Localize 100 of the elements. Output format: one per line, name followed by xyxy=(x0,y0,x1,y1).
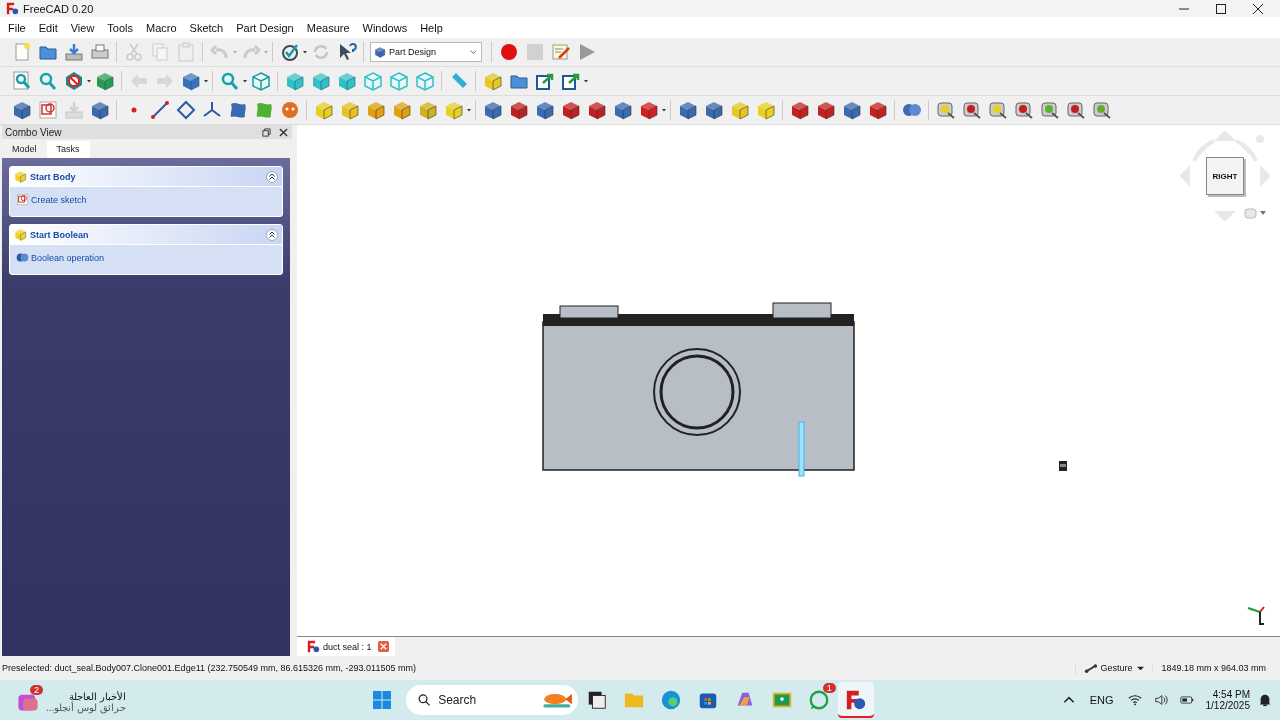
wifi-icon[interactable] xyxy=(1127,693,1142,707)
close-icon[interactable] xyxy=(279,127,288,137)
magnifier-icon[interactable] xyxy=(38,71,58,91)
task-action-link[interactable]: Boolean operation xyxy=(16,251,105,264)
fillet-icon[interactable] xyxy=(790,100,810,120)
menu-item[interactable]: View xyxy=(64,21,102,34)
menu-item[interactable]: Tools xyxy=(101,21,141,34)
measure-clear-icon[interactable] xyxy=(1066,100,1086,120)
camera-menu-icon[interactable] xyxy=(1244,207,1268,219)
cursor-icon[interactable] xyxy=(337,42,357,62)
pad-icon[interactable] xyxy=(314,100,334,120)
groove-icon[interactable] xyxy=(535,100,555,120)
record-icon[interactable] xyxy=(499,42,519,62)
task-panel-header[interactable]: Start Boolean xyxy=(10,225,282,245)
draft-icon[interactable] xyxy=(842,100,862,120)
pocket-icon[interactable] xyxy=(483,100,503,120)
line-icon[interactable] xyxy=(150,100,170,120)
menu-item[interactable]: Windows xyxy=(356,21,415,34)
measure-toggle-icon[interactable] xyxy=(1040,100,1060,120)
taskbar-app[interactable] xyxy=(837,682,874,718)
freecad-logo-icon xyxy=(307,640,320,653)
collapse-icon[interactable] xyxy=(266,170,278,183)
collapse-icon[interactable] xyxy=(266,228,278,241)
measure-toggle-icon[interactable] xyxy=(1092,100,1112,120)
shape-binder-icon[interactable] xyxy=(90,100,110,120)
chamfer-icon[interactable] xyxy=(816,100,836,120)
top-view-icon[interactable] xyxy=(311,71,331,91)
measure-icon[interactable] xyxy=(936,100,956,120)
windows-start-icon[interactable] xyxy=(371,690,392,710)
front-view-icon[interactable] xyxy=(285,71,305,91)
thickness-icon[interactable] xyxy=(868,100,888,120)
menu-item[interactable]: File xyxy=(2,21,33,34)
document-tab[interactable]: duct seal : 1 xyxy=(297,637,395,656)
draw-style-icon[interactable] xyxy=(64,71,84,91)
plane-icon[interactable] xyxy=(176,100,196,120)
search-bar[interactable]: Search xyxy=(405,685,578,715)
save-icon[interactable] xyxy=(64,42,84,62)
menu-item[interactable]: Help xyxy=(414,21,450,34)
subtractive-loft-icon[interactable] xyxy=(561,100,581,120)
link-icon[interactable] xyxy=(535,71,555,91)
menu-item[interactable]: Part Design xyxy=(230,21,301,34)
sprite-icon[interactable] xyxy=(280,100,300,120)
menu-item[interactable]: Sketch xyxy=(183,21,231,34)
linear-pattern-icon[interactable] xyxy=(704,100,724,120)
float-icon[interactable] xyxy=(262,127,271,137)
battery-icon[interactable] xyxy=(1179,693,1194,707)
printer-icon[interactable] xyxy=(90,42,110,62)
measure-icon[interactable] xyxy=(988,100,1008,120)
menu-item[interactable]: Macro xyxy=(140,21,184,34)
zoom-icon[interactable] xyxy=(220,71,240,91)
sketch-icon[interactable] xyxy=(38,100,58,120)
multi-transform-icon[interactable] xyxy=(756,100,776,120)
task-panel-header[interactable]: Start Body xyxy=(10,167,282,187)
notification-bell-icon[interactable] xyxy=(1258,693,1272,707)
mirrored-icon[interactable] xyxy=(678,100,698,120)
taskbar-app[interactable]: 1 xyxy=(800,682,837,718)
measure-clear-icon[interactable] xyxy=(962,100,982,120)
volume-icon[interactable] xyxy=(1153,693,1168,707)
fit-all-icon[interactable] xyxy=(12,71,32,91)
workbench-dropdown[interactable]: Part Design xyxy=(370,42,482,62)
task-action-link[interactable]: Create sketch xyxy=(16,193,87,206)
subtractive-helix-icon[interactable] xyxy=(613,100,633,120)
subtractive-primitive-icon[interactable] xyxy=(639,100,659,120)
polar-pattern-icon[interactable] xyxy=(730,100,750,120)
revolution-icon[interactable] xyxy=(340,100,360,120)
measure-clear-icon[interactable] xyxy=(1014,100,1034,120)
maximize-icon[interactable] xyxy=(1216,3,1226,14)
navigation-arrows-drawing[interactable] xyxy=(1180,131,1270,221)
subtractive-pipe-icon[interactable] xyxy=(587,100,607,120)
box-select-icon[interactable] xyxy=(95,71,115,91)
pipe-icon[interactable] xyxy=(392,100,412,120)
clock[interactable]: 4:54 PM 1/12/2025 xyxy=(1205,689,1250,711)
loft-icon[interactable] xyxy=(366,100,386,120)
part-icon[interactable] xyxy=(483,71,503,91)
close-icon[interactable] xyxy=(1253,3,1263,14)
isometric-cube-icon[interactable] xyxy=(251,71,271,91)
play-icon[interactable] xyxy=(577,42,597,62)
checkmark-icon[interactable] xyxy=(280,42,300,62)
menu-item[interactable]: Edit xyxy=(32,21,65,34)
additive-primitive-icon[interactable] xyxy=(444,100,464,120)
coordinate-system-icon[interactable] xyxy=(202,100,222,120)
navigation-cube[interactable]: RIGHT xyxy=(1206,157,1244,195)
search-field[interactable]: Search xyxy=(436,692,541,708)
link-sub-icon[interactable] xyxy=(561,71,581,91)
view-dimensions: 1849.18 mm x 964.03 mm xyxy=(1152,663,1278,673)
panel-tab[interactable]: Model xyxy=(2,141,47,158)
clone-icon[interactable] xyxy=(254,100,274,120)
menu-item[interactable]: Measure xyxy=(300,21,357,34)
notepad-icon[interactable] xyxy=(551,42,571,62)
sync-view-icon[interactable] xyxy=(181,71,201,91)
hole-icon[interactable] xyxy=(509,100,529,120)
cube-face-label[interactable]: RIGHT xyxy=(1212,171,1238,181)
body-icon[interactable] xyxy=(12,100,32,120)
right-view-icon[interactable] xyxy=(337,71,357,91)
caret-icon xyxy=(1137,664,1145,672)
navigation-style-dropdown[interactable]: Gesture xyxy=(1075,662,1153,674)
input-language[interactable]: ENG xyxy=(1089,694,1114,706)
panel-tab[interactable]: Tasks xyxy=(46,141,90,158)
sub-shape-binder-icon[interactable] xyxy=(228,100,248,120)
helix-icon[interactable] xyxy=(418,100,438,120)
